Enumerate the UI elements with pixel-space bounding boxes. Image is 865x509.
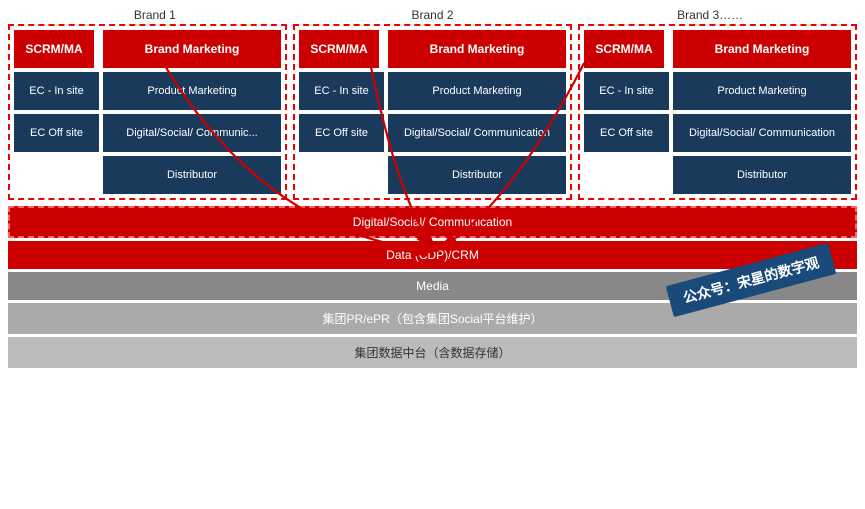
brand3-distributor: Distributor (673, 156, 851, 194)
brand1-ec-insite: EC - In site (14, 72, 99, 110)
brand2-scrm: SCRM/MA (299, 30, 379, 68)
brand3-left-col: SCRM/MA EC - In site EC Off site (584, 30, 669, 194)
brand3-product-marketing: Product Marketing (673, 72, 851, 110)
brand2-left-col: SCRM/MA EC - In site EC Off site (299, 30, 384, 194)
brand2-ec-insite: EC - In site (299, 72, 384, 110)
brand2-product-marketing: Product Marketing (388, 72, 566, 110)
brand1-brand-marketing: Brand Marketing (103, 30, 281, 68)
brand1-product-marketing: Product Marketing (103, 72, 281, 110)
brand2-brand-marketing: Brand Marketing (388, 30, 566, 68)
brand-group-1: SCRM/MA EC - In site EC Off site Brand M… (8, 24, 287, 200)
brand1-distributor: Distributor (103, 156, 281, 194)
brand1-scrm: SCRM/MA (14, 30, 94, 68)
brand2-digital-social: Digital/Social/ Communication (388, 114, 566, 152)
brand3-brand-marketing: Brand Marketing (673, 30, 851, 68)
bar-data-center: 集团数据中台（含数据存储） (8, 337, 857, 368)
brand-group-2: SCRM/MA EC - In site EC Off site Brand M… (293, 24, 572, 200)
brand3-label: Brand 3…… (571, 8, 849, 22)
brand3-scrm: SCRM/MA (584, 30, 664, 68)
brand-header-row: Brand 1 Brand 2 Brand 3…… (8, 8, 857, 22)
brands-area: SCRM/MA EC - In site EC Off site Brand M… (8, 24, 857, 200)
brand3-right-col: Brand Marketing Product Marketing Digita… (673, 30, 851, 194)
bar-pr-epr: 集团PR/ePR（包含集团Social平台维护） (8, 303, 857, 334)
bar-data-cdp: Data (CDP)/CRM (8, 241, 857, 269)
main-container: Brand 1 Brand 2 Brand 3…… SCRM/MA EC - I… (0, 0, 865, 376)
bar-digital-social: Digital/Social/ Communication (8, 206, 857, 238)
brand1-ec-offsite: EC Off site (14, 114, 99, 152)
brand3-ec-offsite: EC Off site (584, 114, 669, 152)
brand3-digital-social: Digital/Social/ Communication (673, 114, 851, 152)
brand1-left-col: SCRM/MA EC - In site EC Off site (14, 30, 99, 194)
brand1-label: Brand 1 (16, 8, 294, 22)
brand1-digital-social: Digital/Social/ Communic... (103, 114, 281, 152)
brand-group-3: SCRM/MA EC - In site EC Off site Brand M… (578, 24, 857, 200)
brand1-right-col: Brand Marketing Product Marketing Digita… (103, 30, 281, 194)
brand2-distributor: Distributor (388, 156, 566, 194)
brand2-label: Brand 2 (294, 8, 572, 22)
brand2-ec-offsite: EC Off site (299, 114, 384, 152)
brand2-right-col: Brand Marketing Product Marketing Digita… (388, 30, 566, 194)
brand3-ec-insite: EC - In site (584, 72, 669, 110)
